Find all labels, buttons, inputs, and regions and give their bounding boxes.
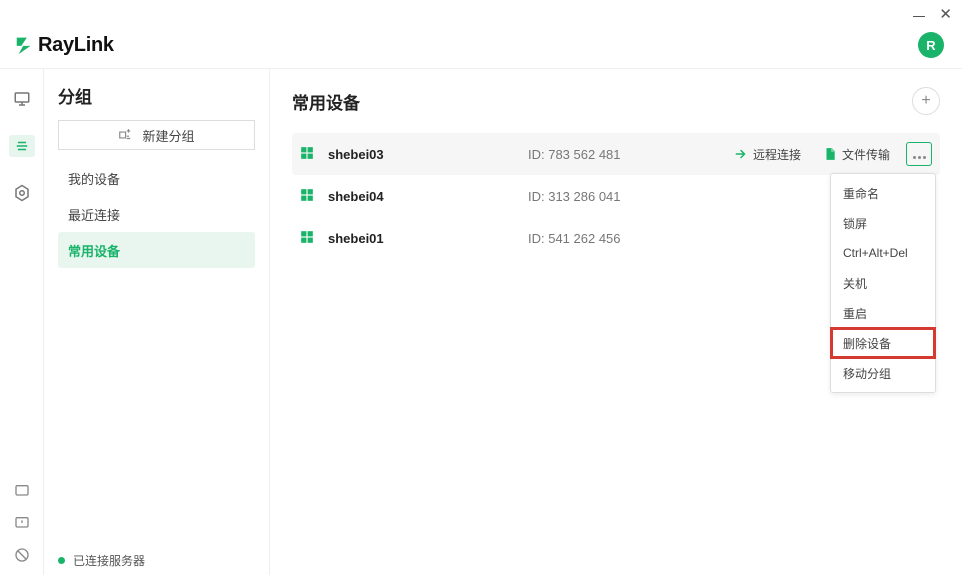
user-avatar[interactable]: R	[918, 32, 944, 58]
sidebar: 分组 新建分组 我的设备最近连接常用设备 已连接服务器	[44, 69, 270, 575]
nav-settings-icon[interactable]	[12, 183, 32, 203]
menu-item-3[interactable]: 关机	[831, 268, 935, 298]
app-header: RayLink R	[0, 28, 962, 68]
device-name: shebei01	[328, 231, 528, 246]
content-area: 常用设备 + shebei03ID: 783 562 481远程连接文件传输重命…	[270, 69, 962, 575]
new-group-label: 新建分组	[142, 126, 194, 145]
sidebar-item-1[interactable]: 最近连接	[58, 196, 255, 232]
window-close-button[interactable]: ✕	[939, 5, 952, 23]
logo-text: RayLink	[38, 34, 114, 57]
context-menu: 重命名锁屏Ctrl+Alt+Del关机重启删除设备移动分组	[830, 173, 936, 393]
menu-item-5[interactable]: 删除设备	[831, 328, 935, 358]
nav-feedback-icon[interactable]	[12, 513, 32, 533]
menu-item-2[interactable]: Ctrl+Alt+Del	[831, 238, 935, 268]
window-minimize-button[interactable]	[913, 16, 925, 17]
new-group-button[interactable]: 新建分组	[58, 120, 255, 150]
sidebar-item-0[interactable]: 我的设备	[58, 160, 255, 196]
device-name: shebei03	[328, 147, 528, 162]
nav-desktop-icon[interactable]	[12, 89, 32, 109]
content-title: 常用设备	[292, 89, 360, 114]
add-device-button[interactable]: +	[912, 87, 940, 115]
file-icon	[823, 147, 837, 161]
nav-chat-icon[interactable]	[12, 481, 32, 501]
menu-item-0[interactable]: 重命名	[831, 178, 935, 208]
status-text: 已连接服务器	[73, 552, 145, 569]
menu-item-6[interactable]: 移动分组	[831, 358, 935, 388]
sidebar-title: 分组	[58, 83, 255, 108]
menu-item-4[interactable]: 重启	[831, 298, 935, 328]
sidebar-item-2[interactable]: 常用设备	[58, 232, 255, 268]
device-name: shebei04	[328, 189, 528, 204]
connection-status: 已连接服务器	[58, 552, 145, 569]
nav-block-icon[interactable]	[12, 545, 32, 565]
windows-icon	[300, 188, 316, 204]
nav-rail	[0, 69, 44, 575]
remote-connect-button[interactable]: 远程连接	[728, 143, 807, 166]
device-row[interactable]: shebei03ID: 783 562 481远程连接文件传输重命名锁屏Ctrl…	[292, 133, 940, 175]
menu-item-1[interactable]: 锁屏	[831, 208, 935, 238]
new-group-icon	[118, 128, 132, 142]
arrow-right-icon	[734, 147, 748, 161]
nav-list-icon[interactable]	[9, 135, 35, 157]
file-transfer-button[interactable]: 文件传输	[817, 143, 896, 166]
windows-icon	[300, 146, 316, 162]
windows-icon	[300, 230, 316, 246]
app-logo: RayLink	[14, 34, 114, 57]
logo-icon	[14, 34, 36, 56]
device-id: ID: 783 562 481	[528, 147, 728, 162]
more-actions-button[interactable]	[906, 142, 932, 166]
status-dot-icon	[58, 557, 65, 564]
